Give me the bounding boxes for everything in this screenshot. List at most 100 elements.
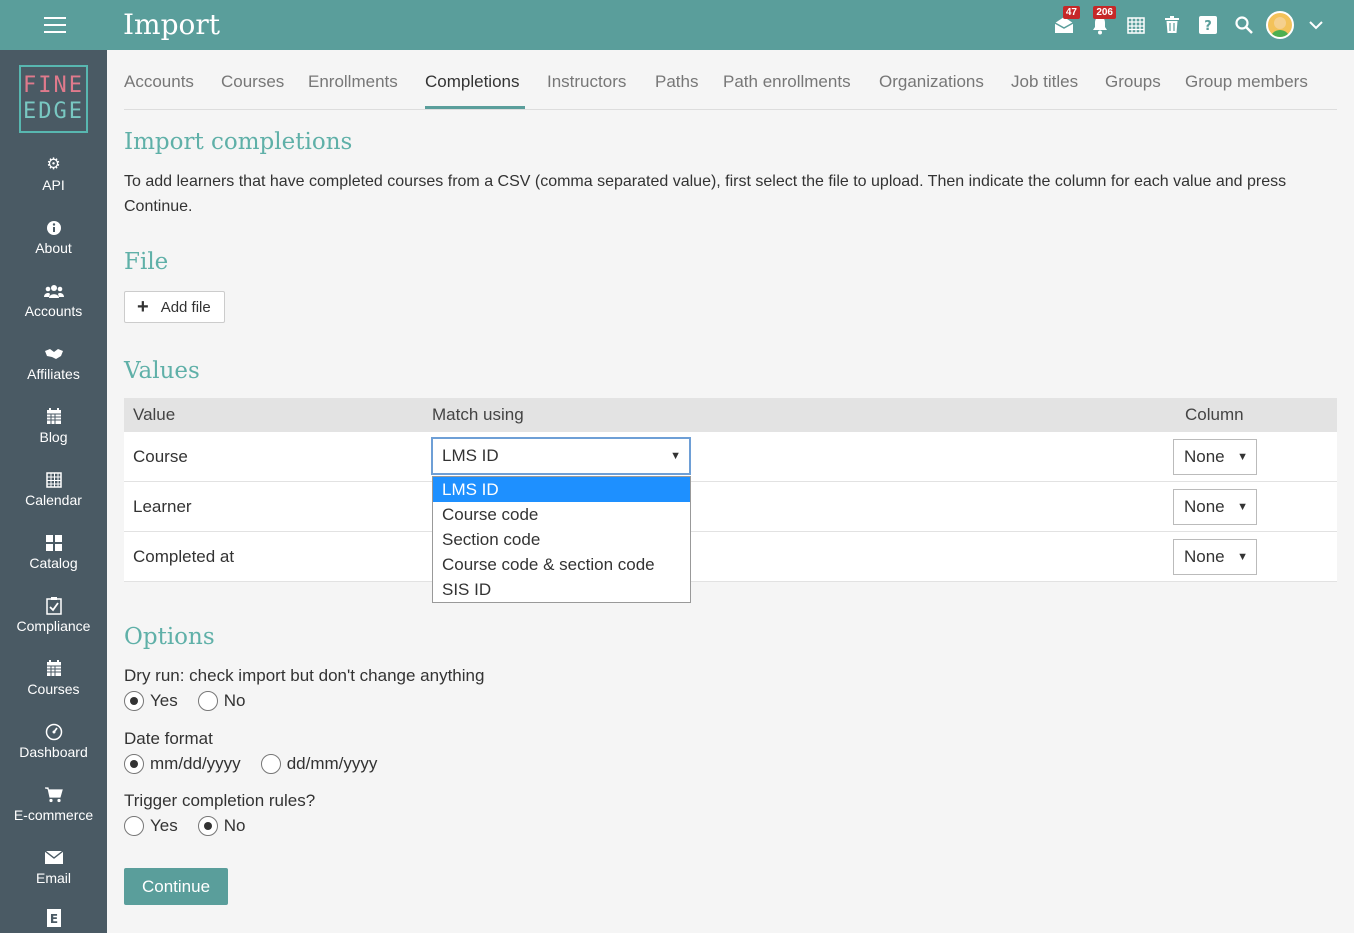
sidebar-item-calendar[interactable]: Calendar — [0, 470, 107, 533]
tab-bar: Accounts Courses Enrollments Completions… — [124, 50, 1337, 110]
sidebar-item-label: Accounts — [24, 303, 83, 319]
add-file-button[interactable]: + Add file — [124, 291, 225, 323]
sidebar-item-about[interactable]: About — [0, 218, 107, 281]
caret-down-icon: ▼ — [670, 450, 681, 462]
search-icon[interactable] — [1226, 0, 1262, 50]
notifications-badge: 206 — [1093, 6, 1116, 19]
date-format-dmy-radio[interactable]: dd/mm/yyyy — [260, 754, 378, 774]
dropdown-option[interactable]: SIS ID — [433, 577, 690, 602]
handshake-icon — [0, 344, 107, 364]
page-title: Import — [123, 8, 221, 41]
sidebar-item-compliance[interactable]: Compliance — [0, 596, 107, 659]
sidebar-item-accounts[interactable]: Accounts — [0, 281, 107, 344]
sidebar-item-courses[interactable]: Courses — [0, 659, 107, 722]
dry-run-radio-group: Yes No — [124, 691, 265, 711]
tab-group-members[interactable]: Group members — [1185, 72, 1308, 92]
sidebar-item-label: Blog — [39, 429, 68, 445]
caret-down-icon: ▼ — [1237, 501, 1248, 513]
match-using-select[interactable]: LMS ID ▼ — [431, 437, 691, 475]
tab-accounts[interactable]: Accounts — [124, 72, 194, 92]
sidebar-item-email[interactable]: Email — [0, 848, 107, 911]
tab-groups[interactable]: Groups — [1105, 72, 1161, 92]
tab-paths[interactable]: Paths — [655, 72, 698, 92]
radio-circle — [197, 816, 218, 836]
logo-line2: EDGE — [23, 99, 84, 124]
match-using-value: LMS ID — [442, 446, 499, 465]
gear-icon: ⚙ — [46, 156, 61, 173]
sidebar-item-label: Catalog — [29, 555, 78, 571]
notifications-icon[interactable]: 206 — [1082, 0, 1118, 50]
header-match-using: Match using — [432, 405, 524, 424]
sidebar-item-label: E-commerce — [13, 807, 94, 823]
user-avatar[interactable] — [1262, 0, 1298, 50]
radio-circle — [124, 754, 144, 774]
tab-organizations[interactable]: Organizations — [879, 72, 984, 92]
match-using-dropdown: LMS ID Course code Section code Course c… — [432, 476, 691, 603]
calendar-icon — [0, 659, 107, 679]
tab-courses[interactable]: Courses — [221, 72, 284, 92]
envelope-icon — [0, 848, 107, 868]
chevron-down-icon[interactable] — [1298, 0, 1334, 50]
add-file-label: Add file — [160, 298, 211, 316]
table-row: Learner None ▼ — [124, 482, 1337, 532]
row-value: Course — [133, 446, 188, 466]
column-select[interactable]: None ▼ — [1173, 489, 1257, 525]
trigger-radio-group: Yes No — [124, 816, 265, 836]
users-icon — [0, 281, 107, 301]
help-icon[interactable]: ? — [1190, 0, 1226, 50]
column-value: None — [1184, 547, 1225, 566]
radio-label: Yes — [150, 691, 178, 710]
sidebar: FINE EDGE ⚙ API About Accounts Affiliate… — [0, 50, 107, 933]
dropdown-option[interactable]: LMS ID — [433, 477, 690, 502]
sidebar-item-affiliates[interactable]: Affiliates — [0, 344, 107, 407]
sidebar-item-label: About — [35, 240, 72, 256]
cart-icon — [0, 785, 107, 805]
catalog-icon — [0, 533, 107, 553]
sidebar-item-blog[interactable]: Blog — [0, 407, 107, 470]
messages-icon[interactable]: 47 — [1046, 0, 1082, 50]
trigger-no-radio[interactable]: No — [197, 816, 245, 836]
tab-path-enrollments[interactable]: Path enrollments — [723, 72, 851, 92]
sidebar-item-ecommerce[interactable]: E-commerce — [0, 785, 107, 848]
trash-icon[interactable] — [1154, 0, 1190, 50]
values-table: Value Match using Column Course LMS ID ▼… — [124, 398, 1337, 582]
radio-circle — [197, 691, 218, 711]
sidebar-item-api[interactable]: ⚙ API — [0, 155, 107, 218]
tab-completions[interactable]: Completions — [425, 72, 520, 92]
dry-run-yes-radio[interactable]: Yes — [124, 691, 178, 711]
date-format-mdy-radio[interactable]: mm/dd/yyyy — [124, 754, 241, 774]
trigger-yes-radio[interactable]: Yes — [124, 816, 178, 836]
column-select[interactable]: None ▼ — [1173, 439, 1257, 475]
radio-circle — [124, 691, 144, 711]
column-select[interactable]: None ▼ — [1173, 539, 1257, 575]
dry-run-no-radio[interactable]: No — [197, 691, 245, 711]
top-icons: 47 206 ? — [1046, 0, 1334, 50]
dropdown-option[interactable]: Course code — [433, 502, 690, 527]
dashboard-icon — [0, 722, 107, 742]
sidebar-item-partial[interactable]: E — [0, 908, 107, 933]
tab-enrollments[interactable]: Enrollments — [308, 72, 398, 92]
tab-job-titles[interactable]: Job titles — [1011, 72, 1078, 92]
svg-text:E: E — [49, 912, 57, 926]
top-bar: Import 47 206 ? — [0, 0, 1354, 50]
menu-icon[interactable] — [44, 17, 66, 33]
calendar-icon — [0, 407, 107, 427]
sidebar-item-dashboard[interactable]: Dashboard — [0, 722, 107, 785]
avatar — [1266, 11, 1294, 39]
sidebar-item-label: Calendar — [25, 492, 82, 508]
sidebar-item-label: Affiliates — [27, 366, 80, 382]
radio-label: dd/mm/yyyy — [286, 754, 378, 773]
header-value: Value — [133, 405, 176, 424]
fine-edge-logo[interactable]: FINE EDGE — [19, 65, 88, 133]
table-header: Value Match using Column — [124, 398, 1337, 432]
tab-instructors[interactable]: Instructors — [547, 72, 626, 92]
continue-button[interactable]: Continue — [124, 868, 228, 905]
trigger-label: Trigger completion rules? — [124, 791, 316, 810]
sidebar-item-catalog[interactable]: Catalog — [0, 533, 107, 596]
sidebar-item-label: Courses — [27, 681, 80, 697]
calendar-icon[interactable] — [1118, 0, 1154, 50]
dropdown-option[interactable]: Course code & section code — [433, 552, 690, 577]
table-row: Completed at None ▼ — [124, 532, 1337, 582]
date-format-radio-group: mm/dd/yyyy dd/mm/yyyy — [124, 754, 397, 774]
dropdown-option[interactable]: Section code — [433, 527, 690, 552]
